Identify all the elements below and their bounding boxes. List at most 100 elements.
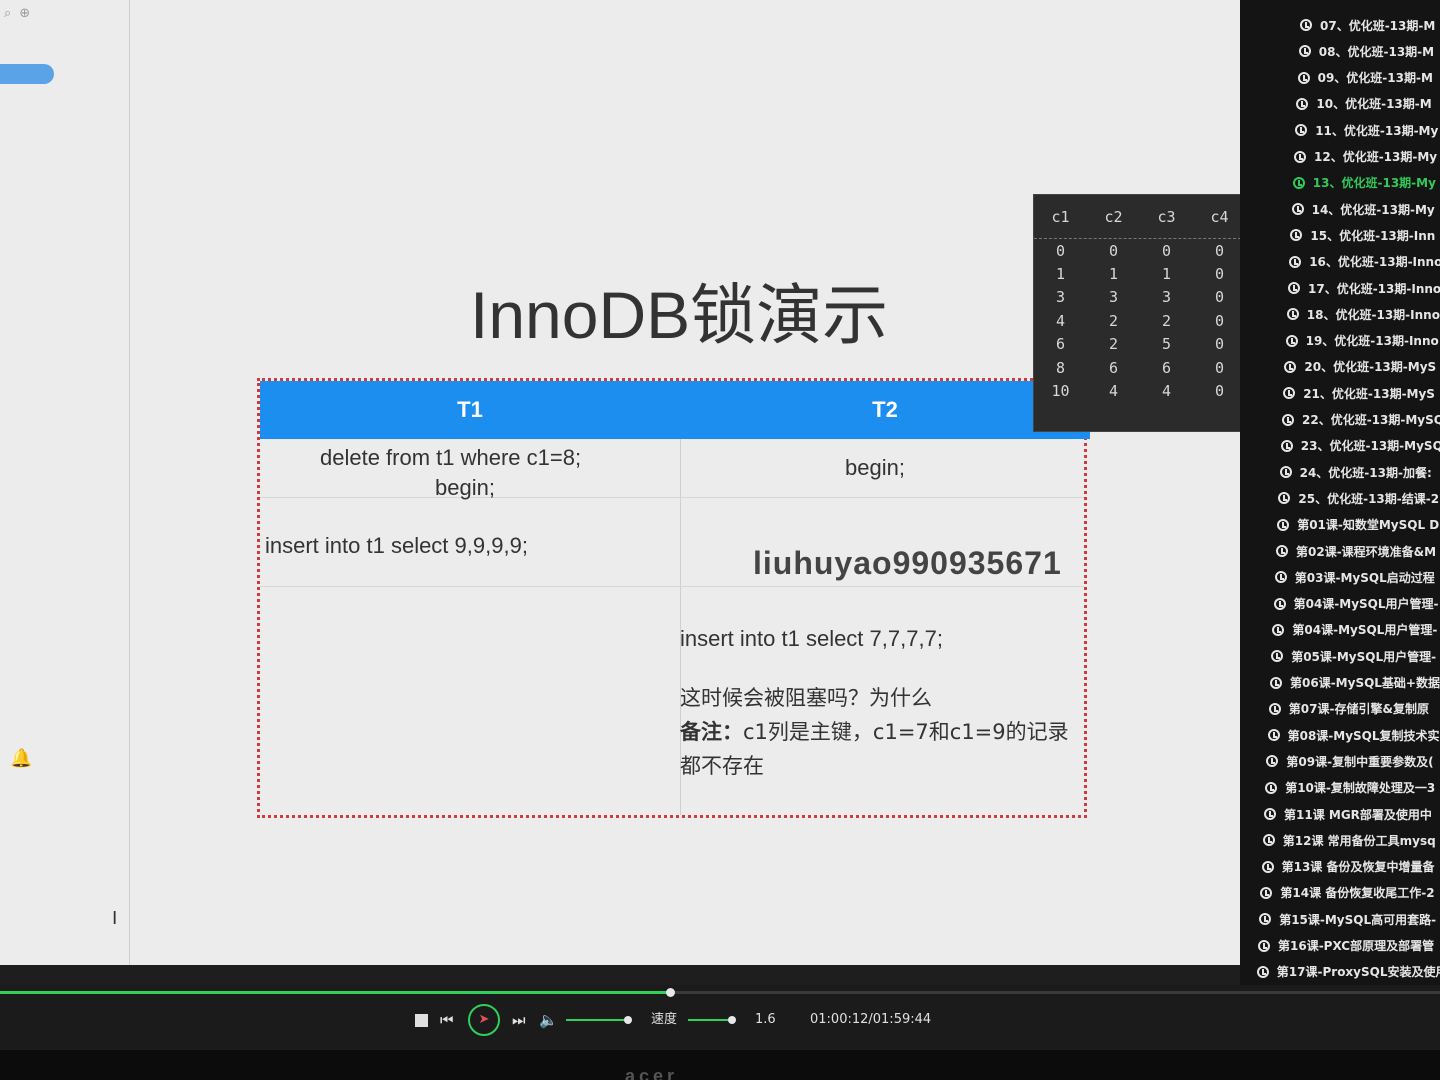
stop-icon[interactable]: [415, 1014, 428, 1027]
playlist-item[interactable]: 24、优化班-13期-加餐:: [1240, 459, 1440, 485]
playlist-item[interactable]: 07、优化班-13期-M: [1240, 12, 1440, 38]
clock-icon: [1297, 71, 1310, 84]
playlist-item-label: 11、优化班-13期-My: [1315, 123, 1439, 138]
result-header-c2: c2: [1104, 207, 1123, 226]
playlist-item[interactable]: 13、优化班-13期-My: [1240, 170, 1440, 196]
result-cell: 0: [1214, 311, 1225, 330]
play-icon[interactable]: ➤: [468, 1004, 500, 1036]
playlist-item[interactable]: 15、优化班-13期-Inn: [1240, 222, 1440, 248]
volume-knob[interactable]: [624, 1016, 632, 1024]
playlist-item-label: 22、优化班-13期-MySQ: [1302, 413, 1440, 427]
next-icon[interactable]: ⏭: [512, 1005, 526, 1035]
speed-label: 速度: [651, 1012, 678, 1027]
search-icon[interactable]: ⌕: [4, 6, 11, 21]
playlist-item[interactable]: 第15课-MySQL高可用套路-: [1240, 906, 1440, 932]
playlist-item[interactable]: 23、优化班-13期-MySQ: [1240, 433, 1440, 459]
playlist-item[interactable]: 第08课-MySQL复制技术实: [1240, 722, 1440, 748]
playlist-item[interactable]: 第03课-MySQL启动过程: [1240, 564, 1440, 590]
time-display: 01:00:12/01:59:44: [810, 1012, 932, 1027]
clock-icon: [1282, 413, 1294, 426]
playlist-item[interactable]: 第16课-PXC部原理及部署管: [1240, 933, 1440, 959]
playlist-item[interactable]: 第17课-ProxySQL安装及使用: [1240, 959, 1440, 985]
playlist-item[interactable]: 09、优化班-13期-M: [1240, 65, 1440, 91]
clock-icon: [1261, 860, 1274, 873]
playlist-item[interactable]: 第05课-MySQL用户管理-: [1240, 643, 1440, 669]
playlist-item[interactable]: 第10课-复制故障处理及一3: [1240, 775, 1440, 801]
playlist-item[interactable]: 第12课 常用备份工具mysq: [1240, 827, 1440, 853]
left-panel: ⌕ ⊕ 🔔 I: [0, 0, 130, 965]
result-cell: 4: [1161, 382, 1172, 401]
monitor-brand-logo: acer: [625, 1066, 679, 1080]
result-rows: 0 0 0 0 1 1 1 0 3 3 3 0 4 2 2 0 6 2 5 0 8 6 6 0 10 4 4 0: [1034, 239, 1246, 403]
playlist-item[interactable]: 第07课-存储引擎&复制原: [1240, 696, 1440, 722]
playlist-item-label: 12、优化班-13期-My: [1314, 150, 1438, 164]
result-header-c3: c3: [1157, 207, 1176, 226]
clock-icon: [1298, 45, 1311, 58]
result-cell: 0: [1214, 288, 1225, 307]
t1-step1-line1: delete from t1 where c1=8;: [320, 445, 582, 470]
playlist-item-label: 第11课 MGR部署及使用中: [1284, 807, 1432, 822]
playlist-item[interactable]: 第11课 MGR部署及使用中: [1240, 801, 1440, 827]
playlist-item-label: 第02课-课程环境准备&M: [1296, 544, 1437, 559]
playlist-item-label: 10、优化班-13期-M: [1316, 97, 1432, 112]
playlist-item[interactable]: 第02课-课程环境准备&M: [1240, 538, 1440, 564]
result-cell: 0: [1055, 241, 1066, 260]
volume-slider[interactable]: [566, 1016, 632, 1024]
playlist-item[interactable]: 20、优化班-13期-MyS: [1240, 354, 1440, 380]
volume-icon[interactable]: 🔈: [539, 1005, 558, 1035]
progress-knob[interactable]: [665, 988, 675, 997]
playlist-item[interactable]: 19、优化班-13期-Inno: [1240, 328, 1440, 354]
playlist-item[interactable]: 第14课 备份恢复收尾工作-2: [1240, 880, 1440, 906]
playlist-sidebar: 07、优化班-13期-M 08、优化班-13期-M 09、优化班-13期-M 10、优…: [1240, 0, 1440, 985]
result-row: 4 2 2 0: [1034, 309, 1246, 332]
left-tag[interactable]: [0, 64, 54, 84]
playlist-item[interactable]: 第06课-MySQL基础+数据: [1240, 670, 1440, 696]
result-cell: 2: [1108, 335, 1119, 354]
clock-icon: [1264, 808, 1276, 820]
note-label: 备注：: [680, 720, 743, 744]
clock-icon: [1289, 255, 1302, 268]
playlist-item[interactable]: 11、优化班-13期-My: [1240, 117, 1440, 143]
result-row: 10 4 4 0: [1034, 379, 1246, 402]
result-cell: 0: [1214, 241, 1225, 260]
text-cursor-icon: I: [112, 908, 118, 929]
playlist-item-label: 第12课 常用备份工具mysq: [1282, 833, 1436, 848]
playlist-item-label: 16、优化班-13期-Inno: [1309, 255, 1440, 270]
playlist-item[interactable]: 21、优化班-13期-MyS: [1240, 380, 1440, 406]
speed-knob[interactable]: [728, 1016, 736, 1024]
playlist-item-label: 第14课 备份恢复收尾工作-2: [1280, 886, 1435, 901]
playlist-item[interactable]: 12、优化班-13期-My: [1240, 144, 1440, 170]
playlist-item[interactable]: 第13课 备份及恢复中增量备: [1240, 854, 1440, 880]
progress-bar[interactable]: [0, 988, 1440, 997]
clock-icon: [1270, 676, 1282, 689]
playlist-item[interactable]: 14、优化班-13期-My: [1240, 196, 1440, 222]
playlist-item[interactable]: 18、优化班-13期-Inno: [1240, 301, 1440, 327]
result-cell: 1: [1108, 265, 1119, 284]
result-row: 8 6 6 0: [1034, 356, 1246, 379]
playlist-item[interactable]: 10、优化班-13期-M: [1240, 91, 1440, 117]
zoom-icon[interactable]: ⊕: [19, 6, 30, 21]
clock-icon: [1271, 650, 1284, 663]
playlist-item[interactable]: 22、优化班-13期-MySQ: [1240, 407, 1440, 433]
bell-icon[interactable]: 🔔: [10, 748, 32, 769]
clock-icon: [1300, 19, 1312, 31]
playlist-item[interactable]: 第04课-MySQL用户管理-: [1240, 591, 1440, 617]
result-cell: 0: [1108, 241, 1119, 260]
playlist-item-label: 18、优化班-13期-Inno: [1306, 307, 1440, 322]
playlist-item[interactable]: 08、优化班-13期-M: [1240, 38, 1440, 64]
playlist-item[interactable]: 第01课-知数堂MySQL D: [1240, 512, 1440, 538]
playlist-item[interactable]: 16、优化班-13期-Inno: [1240, 249, 1440, 275]
result-cell: 8: [1055, 358, 1066, 377]
clock-icon: [1286, 308, 1299, 321]
playlist-item[interactable]: 17、优化班-13期-Inno: [1240, 275, 1440, 301]
playlist-item[interactable]: 第04课-MySQL用户管理-: [1240, 617, 1440, 643]
playlist-item-label: 第04课-MySQL用户管理-: [1292, 623, 1438, 638]
progress-fill: [0, 991, 670, 994]
playlist-item[interactable]: 第09课-复制中重要参数及(: [1240, 748, 1440, 774]
result-cell: 3: [1055, 288, 1066, 307]
user-watermark: liuhuyao990935671: [753, 545, 1062, 581]
monitor-bezel: [0, 1050, 1440, 1080]
speed-slider[interactable]: [688, 1016, 736, 1024]
playlist-item[interactable]: 25、优化班-13期-结课-2: [1240, 485, 1440, 511]
prev-icon[interactable]: ⏮: [440, 1005, 454, 1035]
